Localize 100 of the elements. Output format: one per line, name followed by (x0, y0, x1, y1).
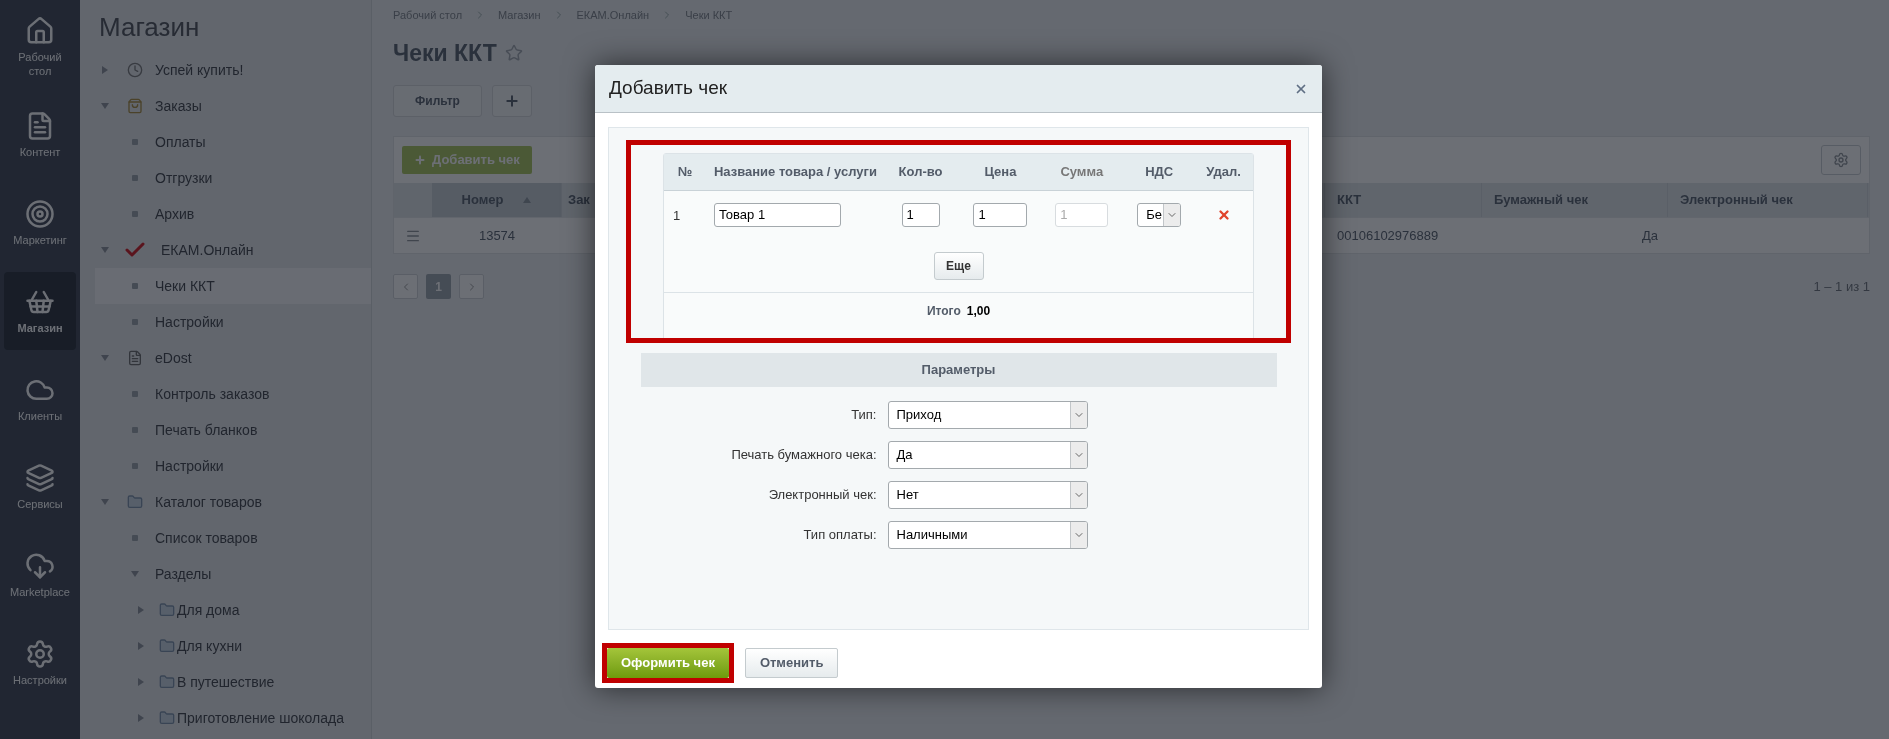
sidebar-item[interactable]: Приготовление шоколада (177, 707, 344, 729)
bullet-icon (132, 139, 138, 145)
sidebar-item[interactable]: Контроль заказов (155, 383, 270, 405)
submit-button[interactable]: Оформить чек (607, 648, 729, 678)
rail-label: Клиенты (16, 409, 64, 423)
bullet-icon (132, 535, 138, 541)
field-label: Тип: (851, 406, 877, 425)
bullet-icon (132, 463, 138, 469)
toggle-arrow-icon[interactable] (101, 354, 109, 362)
sidebar-item[interactable]: В путешествие (177, 671, 275, 693)
select-field[interactable]: Бе (1137, 202, 1182, 227)
section-header: Параметры (640, 353, 1277, 387)
table-cell-text: 13574 (478, 226, 516, 245)
toggle-arrow-icon[interactable] (137, 606, 145, 614)
sidebar-item[interactable]: Успей купить! (155, 59, 244, 81)
rail-item[interactable]: Marketplace (4, 536, 76, 614)
select-field[interactable]: Нет (887, 481, 1088, 509)
input-field: 1 (1055, 202, 1109, 227)
sidebar-item[interactable]: ЕКАМ.Онлайн (161, 239, 254, 261)
input-field[interactable]: 1 (901, 202, 940, 227)
sidebar-item[interactable]: Для дома (177, 599, 240, 621)
toggle-arrow-icon[interactable] (101, 498, 109, 506)
total-value: 1,00 (966, 302, 991, 320)
bullet-icon (132, 391, 138, 397)
select-field[interactable]: Да (887, 441, 1088, 469)
add-button[interactable] (492, 85, 532, 117)
plus-icon (414, 154, 426, 166)
toggle-arrow-icon[interactable] (101, 66, 109, 74)
settings-button[interactable] (1821, 145, 1861, 175)
bullet-icon (132, 211, 138, 217)
bag-icon (127, 98, 143, 114)
folder-icon (159, 674, 175, 690)
sidebar-item[interactable]: Чеки ККТ (155, 275, 215, 297)
sidebar-item[interactable]: Отгрузки (155, 167, 213, 189)
field-label: Печать бумажного чека: (731, 446, 877, 465)
bullet-icon (132, 283, 138, 289)
bullet-icon (132, 175, 138, 181)
folder-icon (159, 710, 175, 726)
folder-icon (127, 494, 143, 510)
page-title: Чеки ККТ (393, 38, 497, 68)
sidebar-item[interactable]: Заказы (155, 95, 202, 117)
plus-icon (504, 93, 520, 109)
total-label: Итого (926, 302, 961, 320)
gear-icon (25, 639, 55, 669)
input-field[interactable]: 1 (973, 202, 1028, 227)
star-icon[interactable] (504, 44, 523, 62)
folder-icon (159, 602, 175, 618)
column-header: Название товара / услуги (713, 163, 877, 182)
rail-item[interactable]: Сервисы (4, 448, 76, 526)
rail-label: Контент (18, 145, 62, 159)
rail-item[interactable]: Контент (4, 96, 76, 174)
bullet-icon (132, 427, 138, 433)
layers-icon (25, 463, 55, 493)
sidebar-title: Магазин (99, 11, 201, 44)
next-page-button[interactable] (459, 274, 484, 299)
sidebar-item[interactable]: Настройки (155, 455, 224, 477)
folder-icon (159, 638, 175, 654)
rail-item[interactable]: Клиенты (4, 360, 76, 438)
rail-item[interactable]: Настройки (4, 624, 76, 702)
rail-label: Сервисы (16, 497, 64, 511)
delete-icon[interactable] (1216, 207, 1231, 222)
filter-button[interactable]: Фильтр (393, 85, 482, 117)
toggle-arrow-icon[interactable] (137, 678, 145, 686)
sidebar-item[interactable]: Оплаты (155, 131, 206, 153)
sidebar-item[interactable]: Каталог товаров (155, 491, 262, 513)
sidebar-item[interactable]: Список товаров (155, 527, 258, 549)
rail-label: Маркетинг (12, 233, 68, 247)
field-label: Тип оплаты: (803, 526, 877, 545)
bullet-icon (132, 319, 138, 325)
sidebar-item[interactable]: Для кухни (177, 635, 242, 657)
table-cell-text: Да (1641, 226, 1658, 245)
rail-item[interactable]: Маркетинг (4, 184, 76, 262)
table-cell: 00106102976889 (1337, 227, 1439, 243)
toggle-arrow-icon[interactable] (131, 570, 139, 578)
select-field[interactable]: Наличными (887, 521, 1088, 549)
sidebar-item[interactable]: Настройки (155, 311, 224, 333)
home-icon (25, 16, 55, 46)
sidebar-item[interactable]: Печать бланков (155, 419, 258, 441)
toggle-arrow-icon[interactable] (101, 246, 109, 254)
field-label: Электронный чек: (768, 486, 877, 505)
dialog-title: Добавить чек (609, 76, 728, 101)
cloud-download-icon (25, 551, 55, 581)
sidebar-item[interactable]: Архив (155, 203, 195, 225)
rail-label: Настройки (12, 673, 68, 687)
cancel-button[interactable]: Отменить (744, 648, 839, 678)
rail-item[interactable]: Рабочий стол (4, 8, 76, 86)
more-button[interactable]: Еще (933, 252, 984, 280)
toggle-arrow-icon[interactable] (137, 642, 145, 650)
rail-label: Магазин (16, 321, 64, 335)
select-field[interactable]: Приход (887, 401, 1088, 429)
input-field[interactable]: Товар 1 (713, 202, 841, 227)
toggle-arrow-icon[interactable] (101, 102, 109, 110)
column-header: Удал. (1206, 163, 1241, 182)
sidebar-item[interactable]: Разделы (155, 563, 212, 585)
row-number: 1 (673, 207, 681, 223)
toggle-arrow-icon[interactable] (137, 714, 145, 722)
sidebar-item[interactable]: eDost (155, 347, 192, 369)
rail-label: Рабочий стол (17, 50, 63, 78)
rail-item[interactable]: Магазин (4, 272, 76, 350)
column-header: Кол-во (898, 163, 943, 182)
